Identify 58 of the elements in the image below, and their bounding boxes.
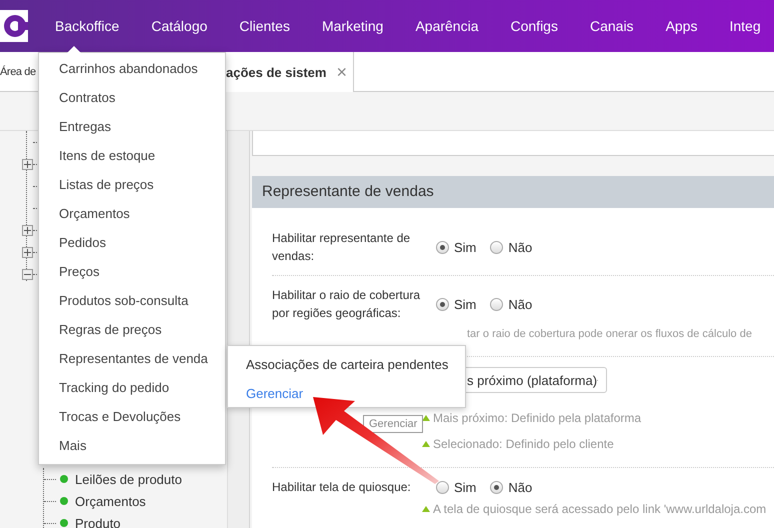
menu-item[interactable]: Mais [39,435,225,464]
tooltip: Gerenciar [363,415,424,433]
menu-item[interactable]: Tracking do pedido [39,377,225,406]
menu-item[interactable]: Itens de estoque [39,145,225,174]
menu-item[interactable]: Pedidos [39,232,225,261]
hint-text: Mais próximo: Definido pela plataforma [433,411,642,425]
menu-item[interactable]: Associações de carteira pendentes [246,354,448,383]
nav-item[interactable]: Apps [650,0,714,52]
radio-button[interactable] [436,298,449,310]
menu-item[interactable]: Trocas e Devoluções [39,406,225,435]
field-label: Habilitar o raio de cobertura por regiões geográficas: [272,287,422,322]
collapse-toggle[interactable] [22,268,33,280]
nav-item[interactable]: Catálogo [135,0,224,52]
radio-label: Não [508,480,532,494]
menu-item[interactable]: Listas de preços [39,174,225,203]
radio-label: Não [508,240,532,254]
expand-toggle[interactable] [22,158,33,170]
nav-item[interactable]: Marketing [306,0,400,52]
nav-item[interactable]: Canais [574,0,650,52]
hint-text: tar o raio de cobertura pode onerar os fluxos de cálculo de [467,328,752,340]
tree-item[interactable]: Leilões de produto [75,472,182,486]
radio-label: Sim [454,240,476,254]
menu-item[interactable]: Regras de preços [39,319,225,348]
tree-item[interactable]: Produto [75,516,121,528]
nav-item[interactable]: Clientes [223,0,306,52]
section-title: Representante de vendas [252,176,774,208]
nav-item[interactable]: Configs [494,0,574,52]
hint-text: A tela de quiosque será acessado pelo link 'www.urldaloja.com [433,502,766,516]
expand-toggle[interactable] [22,246,33,258]
radio-button[interactable] [436,480,449,494]
nav-item[interactable]: Backoffice [39,0,136,52]
radio-button[interactable] [436,240,449,254]
radio-label: Não [508,296,532,312]
nav-item[interactable]: Integ [713,0,774,52]
menu-item[interactable]: Preços [39,261,225,290]
radio-button[interactable] [490,240,504,254]
triangle-icon [422,506,430,512]
field-label: Habilitar tela de quiosque: [272,479,412,496]
radio-label: Sim [454,480,476,494]
logo-icon[interactable] [0,10,28,42]
expand-toggle[interactable] [22,224,33,236]
menu-item[interactable]: Carrinhos abandonados [39,58,225,87]
hint-text: Selecionado: Definido pelo cliente [433,437,614,451]
menu-item[interactable]: Produtos sob-consulta [39,290,225,319]
radio-button[interactable] [490,480,504,494]
menu-item[interactable]: Orçamentos [39,203,225,232]
nav-item[interactable]: Aparência [399,0,494,52]
close-button[interactable]: × [336,62,347,82]
triangle-icon [422,441,430,447]
radio-label: Sim [454,296,476,312]
link[interactable]: Gerenciar [246,383,304,412]
tree-item[interactable]: Orçamentos [75,494,146,508]
triangle-icon [422,415,430,421]
menu-item[interactable]: Entregas [39,116,225,145]
radio-button[interactable] [490,298,504,310]
field-label: Habilitar representante de vendas: [272,230,412,265]
menu-item[interactable]: Representantes de venda [39,348,225,377]
menu-item[interactable]: Contratos [39,87,225,116]
